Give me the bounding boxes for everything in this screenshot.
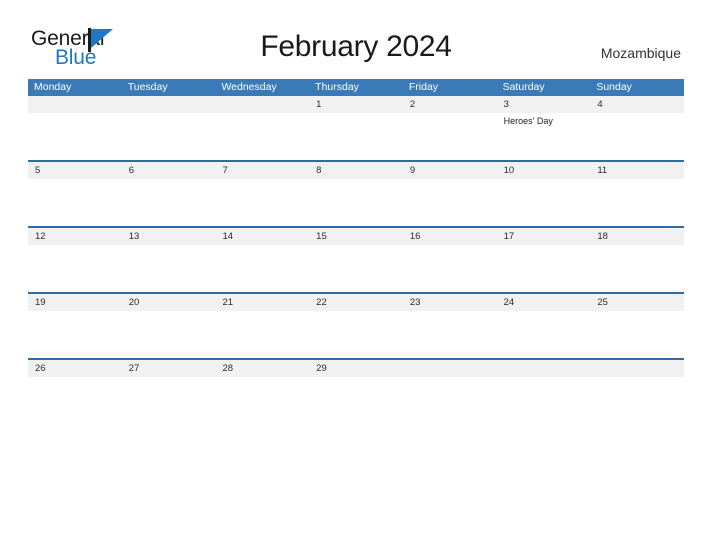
day-events-cell[interactable] <box>215 179 309 226</box>
holiday-event: Heroes' Day <box>503 116 553 126</box>
week-date-band: 12 13 14 15 16 17 18 <box>28 228 684 245</box>
day-events-cell[interactable] <box>215 311 309 358</box>
day-number[interactable]: 23 <box>403 294 497 311</box>
day-number[interactable]: 5 <box>28 162 122 179</box>
weekday-header-monday: Monday <box>34 81 72 93</box>
day-events-cell[interactable] <box>309 377 403 424</box>
day-number-empty <box>215 96 309 113</box>
day-events-cell[interactable] <box>122 311 216 358</box>
day-events-cell[interactable] <box>403 311 497 358</box>
weekday-header-wednesday: Wednesday <box>221 81 277 93</box>
day-number[interactable]: 15 <box>309 228 403 245</box>
day-events-cell[interactable] <box>122 377 216 424</box>
week-row: 5 6 7 8 9 10 11 <box>28 160 684 226</box>
day-events-cell <box>28 113 122 160</box>
day-number[interactable]: 13 <box>122 228 216 245</box>
day-events-cell[interactable] <box>28 377 122 424</box>
calendar-grid: Monday Tuesday Wednesday Thursday Friday Satu… <box>28 79 684 424</box>
week-date-band: 5 6 7 8 9 10 11 <box>28 162 684 179</box>
day-events-cell[interactable]: Heroes' Day <box>497 113 591 160</box>
day-events-cell[interactable] <box>590 311 684 358</box>
day-number[interactable]: 25 <box>590 294 684 311</box>
day-number[interactable]: 28 <box>215 360 309 377</box>
day-events-cell[interactable] <box>497 245 591 292</box>
week-event-band <box>28 245 684 292</box>
day-events-cell[interactable] <box>309 311 403 358</box>
day-number-empty <box>590 360 684 377</box>
weekday-header-sunday: Sunday <box>596 81 632 93</box>
day-number[interactable]: 10 <box>497 162 591 179</box>
day-events-cell[interactable] <box>28 311 122 358</box>
day-events-cell[interactable] <box>403 179 497 226</box>
day-number[interactable]: 29 <box>309 360 403 377</box>
day-events-cell <box>403 377 497 424</box>
day-number[interactable]: 20 <box>122 294 216 311</box>
day-events-cell <box>122 113 216 160</box>
day-number[interactable]: 11 <box>590 162 684 179</box>
day-number-empty <box>28 96 122 113</box>
calendar-page: General Blue February 2024 Mozambique Mo… <box>0 0 712 550</box>
page-header: General Blue February 2024 Mozambique <box>0 0 712 78</box>
day-number[interactable]: 14 <box>215 228 309 245</box>
day-events-cell[interactable] <box>309 179 403 226</box>
weekday-header-thursday: Thursday <box>315 81 359 93</box>
day-number[interactable]: 17 <box>497 228 591 245</box>
day-events-cell[interactable] <box>28 179 122 226</box>
day-events-cell[interactable] <box>590 179 684 226</box>
day-number[interactable]: 7 <box>215 162 309 179</box>
day-number-empty <box>122 96 216 113</box>
day-number[interactable]: 4 <box>590 96 684 113</box>
weekday-header-saturday: Saturday <box>502 81 545 93</box>
country-label: Mozambique <box>600 45 681 61</box>
day-events-cell <box>497 377 591 424</box>
week-rows: 1 2 3 4 Heroes' Day 5 6 7 8 9 10 11 12 13 14 15 16 17 18 19… <box>28 96 684 424</box>
weekday-header-tuesday: Tuesday <box>127 81 168 93</box>
week-date-band: 1234 <box>28 96 684 113</box>
day-number[interactable]: 16 <box>403 228 497 245</box>
day-number[interactable]: 2 <box>403 96 497 113</box>
day-number[interactable]: 19 <box>28 294 122 311</box>
day-events-cell[interactable] <box>403 245 497 292</box>
week-row: 26 27 28 29 <box>28 358 684 424</box>
day-number[interactable]: 18 <box>590 228 684 245</box>
day-events-cell[interactable] <box>309 113 403 160</box>
week-event-band: Heroes' Day <box>28 113 684 160</box>
day-number[interactable]: 9 <box>403 162 497 179</box>
weekday-header-row: Monday Tuesday Wednesday Thursday Friday Satu… <box>28 79 684 96</box>
day-events-cell[interactable] <box>497 311 591 358</box>
day-events-cell[interactable] <box>215 377 309 424</box>
week-date-band: 19 20 21 22 23 24 25 <box>28 294 684 311</box>
day-number[interactable]: 21 <box>215 294 309 311</box>
week-row: 1 2 3 4 Heroes' Day <box>28 96 684 160</box>
day-number[interactable]: 24 <box>497 294 591 311</box>
day-events-cell[interactable] <box>309 245 403 292</box>
day-number[interactable]: 6 <box>122 162 216 179</box>
week-event-band <box>28 311 684 358</box>
day-number[interactable]: 1 <box>309 96 403 113</box>
day-number[interactable]: 27 <box>122 360 216 377</box>
day-events-cell <box>215 113 309 160</box>
day-number[interactable]: 22 <box>309 294 403 311</box>
day-events-cell[interactable] <box>590 113 684 160</box>
day-events-cell[interactable] <box>590 245 684 292</box>
day-events-cell[interactable] <box>215 245 309 292</box>
day-number-empty <box>497 360 591 377</box>
day-events-cell[interactable] <box>122 179 216 226</box>
day-events-cell[interactable] <box>28 245 122 292</box>
week-event-band <box>28 179 684 226</box>
day-events-cell <box>590 377 684 424</box>
weekday-header-friday: Friday <box>408 81 439 93</box>
day-number[interactable]: 12 <box>28 228 122 245</box>
day-number-empty <box>403 360 497 377</box>
day-events-cell[interactable] <box>403 113 497 160</box>
week-row: 19 20 21 22 23 24 25 <box>28 292 684 358</box>
week-date-band: 26 27 28 29 <box>28 360 684 377</box>
day-number[interactable]: 3 <box>497 96 591 113</box>
day-events-cell[interactable] <box>497 179 591 226</box>
week-event-band <box>28 377 684 424</box>
week-row: 12 13 14 15 16 17 18 <box>28 226 684 292</box>
day-number[interactable]: 8 <box>309 162 403 179</box>
day-number[interactable]: 26 <box>28 360 122 377</box>
day-events-cell[interactable] <box>122 245 216 292</box>
